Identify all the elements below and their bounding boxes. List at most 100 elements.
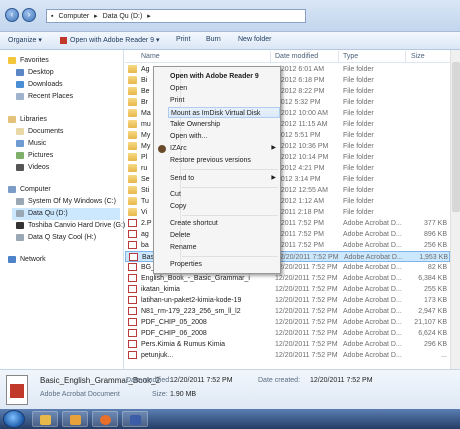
file-size: 296 KB [424,341,447,348]
file-row[interactable]: ikatan_kimia 12/20/2011 7:52 PM Adobe Acro… [125,284,450,295]
adobe-icon [60,36,67,44]
start-button[interactable] [3,410,25,428]
nav-network[interactable]: Network [8,254,46,266]
file-name: mu [141,121,151,128]
burn-button[interactable]: Burn [206,36,221,43]
file-type: File folder [343,143,374,150]
nav-drive-d[interactable]: Data Qu (D:) [12,208,120,220]
column-divider[interactable] [338,51,339,62]
crumb-sep[interactable]: ▸ [147,13,151,20]
app-icon [130,415,141,425]
column-divider[interactable] [270,51,271,62]
nav-recent-places[interactable]: Recent Places [16,91,73,103]
pdf-icon [128,219,137,227]
media-player-icon [70,415,81,425]
pdf-icon [129,253,138,261]
print-button[interactable]: Print [176,36,190,43]
nav-drive-c[interactable]: System Of My Windows (C:) [16,196,116,208]
menu-create-shortcut[interactable]: Create shortcut [168,218,280,229]
col-date[interactable]: Date modified [275,53,318,60]
pdf-icon [128,329,137,337]
nav-libraries[interactable]: Libraries [8,114,47,126]
nav-drive-g[interactable]: Toshiba Canvio Hard Drive (G:) [16,220,125,232]
file-type: Adobe Acrobat D... [343,220,402,227]
nav-drive-h[interactable]: Data Q Stay Cool (H:) [16,232,96,244]
menu-mount-imdisk[interactable]: Mount as ImDisk Virtual Disk [168,107,280,118]
menu-print[interactable]: Print [168,95,280,106]
taskbar-media-player[interactable] [62,411,88,427]
menu-delete[interactable]: Delete [168,230,280,241]
nav-downloads[interactable]: Downloads [16,79,63,91]
file-name: latihan-un-paket2-kimia-kode-19 [141,297,242,304]
file-date: 0/2011 7:52 PM [275,231,324,238]
menu-izarc[interactable]: IZArc ▶ [168,143,280,154]
nav-label: System Of My Windows (C:) [28,198,116,205]
taskbar-app[interactable] [122,411,148,427]
back-button[interactable]: ‹ [5,8,19,22]
computer-icon: ▪ [51,13,54,20]
new-folder-button[interactable]: New folder [238,36,271,43]
file-date: 6/2012 6:18 PM [275,77,325,84]
menu-rename[interactable]: Rename [168,242,280,253]
menu-open-adobe[interactable]: Open with Adobe Reader 9 [168,71,280,82]
nav-label: Videos [28,164,50,171]
column-divider[interactable] [405,51,406,62]
vertical-scrollbar[interactable] [450,50,460,369]
file-date: 12/20/2011 7:52 PM [275,264,338,271]
menu-open[interactable]: Open [168,83,280,94]
col-type[interactable]: Type [343,53,358,60]
file-date: 12/20/2011 7:52 PM [275,330,338,337]
nav-favorites[interactable]: Favorites [8,55,49,67]
file-row[interactable]: PDF_CHIP_05_2008 12/20/2011 7:52 PM Adobe … [125,317,450,328]
nav-label: Toshiba Canvio Hard Drive (G:) [28,222,126,229]
nav-documents[interactable]: Documents [16,126,63,138]
col-size[interactable]: Size [411,53,425,60]
file-row[interactable]: petunjuk... 12/20/2011 7:52 PM Adobe Acrob… [125,350,450,361]
file-name: Tu [141,198,149,205]
scrollbar-thumb[interactable] [452,62,460,212]
organize-button[interactable]: Organize ▾ [8,36,42,44]
file-date: 1/2012 8:22 PM [275,88,325,95]
file-size: 255 KB [424,286,447,293]
nav-pictures[interactable]: Pictures [16,150,53,162]
crumb-sep[interactable]: ▸ [94,13,98,20]
file-row[interactable]: N81_rm-179_223_256_sm_ll_l2 12/20/2011 7:… [125,306,450,317]
nav-computer[interactable]: Computer [8,184,51,196]
menu-restore-versions[interactable]: Restore previous versions [168,155,280,166]
open-with-button[interactable]: Open with Adobe Reader 9 ▾ [60,36,160,44]
nav-music[interactable]: Music [16,138,46,150]
file-type: Adobe Acrobat D... [343,231,402,238]
taskbar-firefox[interactable] [92,411,118,427]
crumb-drive[interactable]: Data Qu (D:) [103,13,143,20]
menu-label: Send to [170,175,195,182]
forward-button[interactable]: › [22,8,36,22]
file-type: Adobe Acrobat D... [343,341,402,348]
file-row[interactable]: English_Book_-_Basic_Grammar_i 12/20/2011… [125,273,450,284]
menu-take-ownership[interactable]: Take Ownership [168,119,280,130]
taskbar-explorer[interactable] [32,411,58,427]
menu-copy[interactable]: Copy [168,201,280,212]
nav-videos[interactable]: Videos [16,162,49,174]
col-name[interactable]: Name [141,53,160,60]
file-size: 173 KB [424,297,447,304]
file-size: 2,947 KB [418,308,447,315]
file-type: File folder [343,176,374,183]
file-size: 896 KB [424,231,447,238]
pdf-icon [128,263,137,271]
menu-open-with[interactable]: Open with... [168,131,280,142]
crumb-computer[interactable]: Computer [58,13,89,20]
breadcrumb[interactable]: ▪ Computer ▸ Data Qu (D:) ▸ [46,9,306,23]
menu-properties[interactable]: Properties [168,259,280,270]
file-type: File folder [343,110,374,117]
pdf-icon [128,340,137,348]
file-date: 12/20/2011 7:52 PM [275,297,338,304]
file-row[interactable]: PDF_CHIP_06_2008 12/20/2011 7:52 PM Adobe … [125,328,450,339]
file-row[interactable]: Pers.Kimia & Rumus Kimia 12/20/2011 7:52 … [125,339,450,350]
nav-desktop[interactable]: Desktop [16,67,54,79]
file-type: File folder [343,88,374,95]
menu-send-to[interactable]: Send to ▶ [168,173,280,184]
menu-cut[interactable]: Cut [168,189,280,200]
file-row[interactable]: latihan-un-paket2-kimia-kode-19 12/20/201… [125,295,450,306]
details-filetype: Adobe Acrobat Document [40,391,120,398]
network-icon [8,255,16,263]
